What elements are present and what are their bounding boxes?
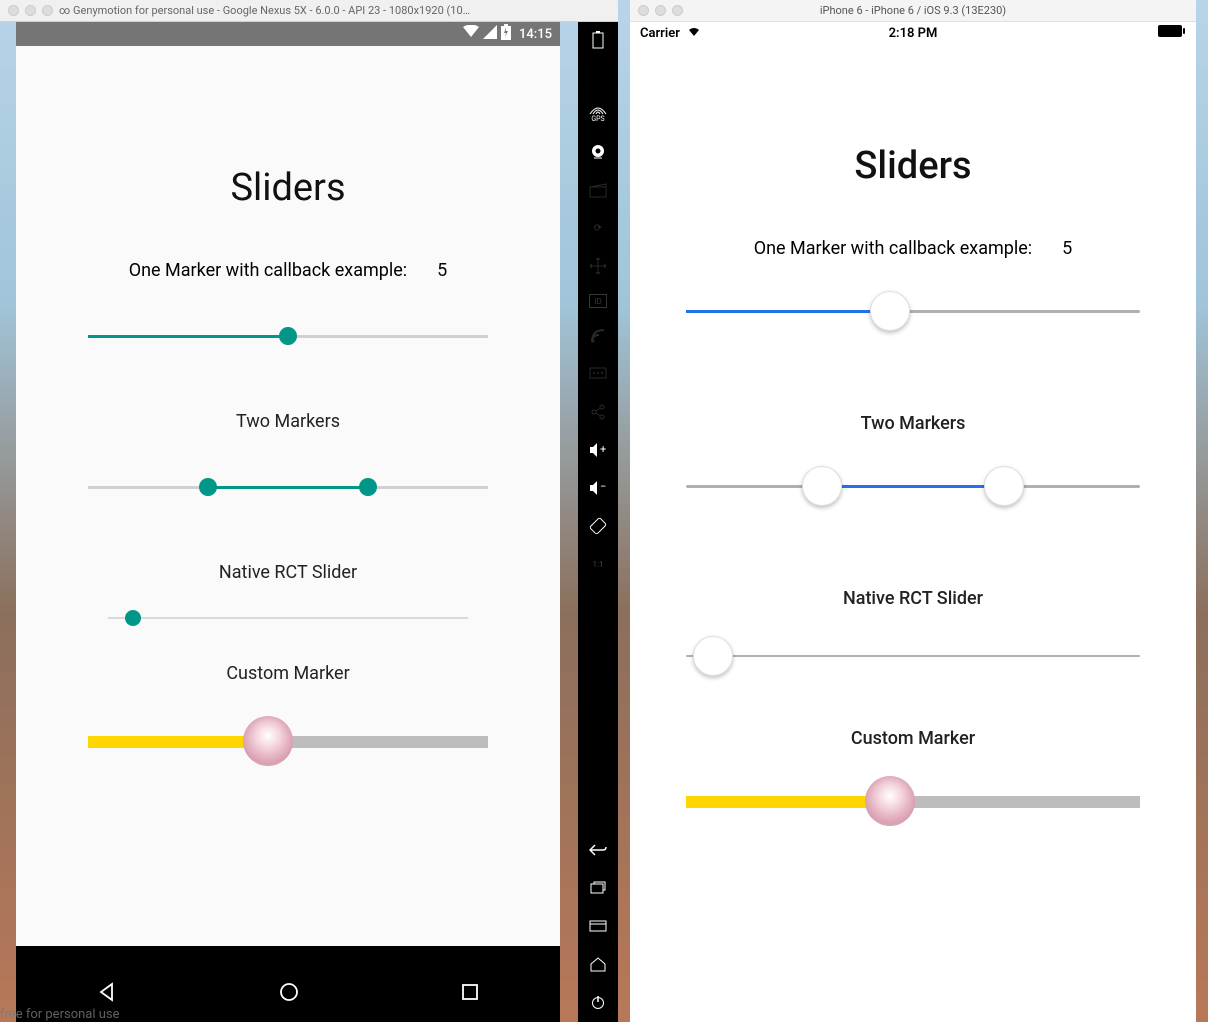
minimize-dot[interactable] [655,5,666,16]
slider4-label: Custom Marker [686,728,1140,749]
diamond-thumb-icon[interactable] [865,776,915,826]
slider-one-marker[interactable] [686,289,1140,333]
slider-track-active [686,310,890,313]
native-rct-slider[interactable] [108,603,468,633]
slider2-label: Two Markers [686,413,1140,434]
diamond-thumb-icon[interactable] [243,716,293,766]
android-statusbar: 14:15 [16,22,560,46]
volume-up-icon[interactable]: + [588,440,608,460]
slider2-label: Two Markers [88,411,488,432]
svg-text:+: + [600,443,606,456]
battery-icon[interactable] [588,30,608,50]
minimize-dot[interactable] [25,5,36,16]
slider-thumb-low[interactable] [199,478,217,496]
android-window-titlebar[interactable]: ∞ Genymotion for personal use - Google N… [0,0,618,22]
back-tool-icon[interactable] [588,840,608,860]
slider-custom-marker[interactable] [686,774,1140,824]
carrier-label: Carrier [640,26,680,41]
slider1-label: One Marker with callback example: [129,260,407,281]
wifi-icon [463,25,479,43]
zoom-dot[interactable] [42,5,53,16]
slider1-label-row: One Marker with callback example: 5 [686,238,1140,259]
back-button[interactable] [96,981,118,1007]
slider-track-active [88,736,268,748]
window-title: ∞ Genymotion for personal use - Google N… [59,4,470,17]
wifi-icon [686,25,702,41]
android-emulator-window: ∞ Genymotion for personal use - Google N… [0,0,618,1022]
slider-track-active [88,335,288,338]
page-title: Sliders [686,144,1140,188]
window-title: iPhone 6 - iPhone 6 / iOS 9.3 (13E230) [820,4,1006,17]
slider-thumb[interactable] [125,610,141,626]
webcam-icon[interactable] [588,142,608,162]
battery-icon [1158,25,1186,41]
orientation-icon[interactable] [588,516,608,536]
multitask-tool-icon[interactable] [588,878,608,898]
slider1-label: One Marker with callback example: [754,238,1032,259]
slider1-value: 5 [1062,238,1072,259]
move-icon[interactable] [588,256,608,276]
slider-thumb-low[interactable] [802,466,842,506]
slider4-label: Custom Marker [88,663,488,684]
share-icon[interactable] [588,402,608,422]
android-screen: 14:15 Sliders One Marker with callback e… [16,22,560,946]
statusbar-time: 2:18 PM [889,26,938,41]
fullscreen-icon[interactable]: 1:1 [588,554,608,574]
ios-window-titlebar[interactable]: iPhone 6 - iPhone 6 / iOS 9.3 (13E230) [630,0,1196,22]
slider1-label-row: One Marker with callback example: 5 [88,260,488,281]
slider-thumb-high[interactable] [359,478,377,496]
ios-simulator-window: iPhone 6 - iPhone 6 / iOS 9.3 (13E230) C… [630,0,1196,1022]
slider3-label: Native RCT Slider [88,562,488,583]
close-dot[interactable] [638,5,649,16]
clapper-icon[interactable] [588,180,608,200]
battery-charging-icon [501,24,511,44]
slider3-label: Native RCT Slider [686,588,1140,609]
native-rct-slider[interactable] [686,634,1140,678]
slider-thumb[interactable] [279,327,297,345]
zoom-dot[interactable] [672,5,683,16]
svg-text:−: − [600,480,606,493]
slider-track-active [686,796,890,808]
slider-track-active [208,486,368,489]
signal-icon [483,25,497,43]
power-icon[interactable] [588,992,608,1012]
android-app-content: Sliders One Marker with callback example… [16,46,560,946]
genymotion-toolbar: GPS ⟳ ID + − 1:1 [578,22,618,1022]
home-button[interactable] [278,981,300,1007]
android-device-frame: 14:15 Sliders One Marker with callback e… [16,22,560,1022]
slider-track-bg [686,655,1140,657]
ios-statusbar: Carrier 2:18 PM [630,22,1196,44]
slider-thumb[interactable] [693,636,733,676]
rotate-icon[interactable]: ⟳ [588,218,608,238]
slider-two-markers[interactable] [88,472,488,502]
slider-custom-marker[interactable] [88,714,488,764]
menu-tool-icon[interactable] [588,916,608,936]
volume-down-icon[interactable]: − [588,478,608,498]
slider-track-active [822,485,1004,488]
page-title: Sliders [88,166,488,210]
slider-two-markers[interactable] [686,464,1140,508]
id-icon[interactable]: ID [589,294,607,308]
slider-thumb[interactable] [870,291,910,331]
watermark-text: free for personal use [0,1007,120,1022]
slider-thumb-high[interactable] [984,466,1024,506]
sms-icon[interactable] [588,364,608,384]
close-dot[interactable] [8,5,19,16]
slider-one-marker[interactable] [88,321,488,351]
home-tool-icon[interactable] [588,954,608,974]
recents-button[interactable] [460,982,480,1006]
gps-icon[interactable]: GPS [588,104,608,124]
ios-app-content: Sliders One Marker with callback example… [630,144,1196,824]
statusbar-time: 14:15 [519,27,552,42]
slider-track-bg [108,617,468,619]
rss-icon[interactable] [588,326,608,346]
slider1-value: 5 [437,260,447,281]
